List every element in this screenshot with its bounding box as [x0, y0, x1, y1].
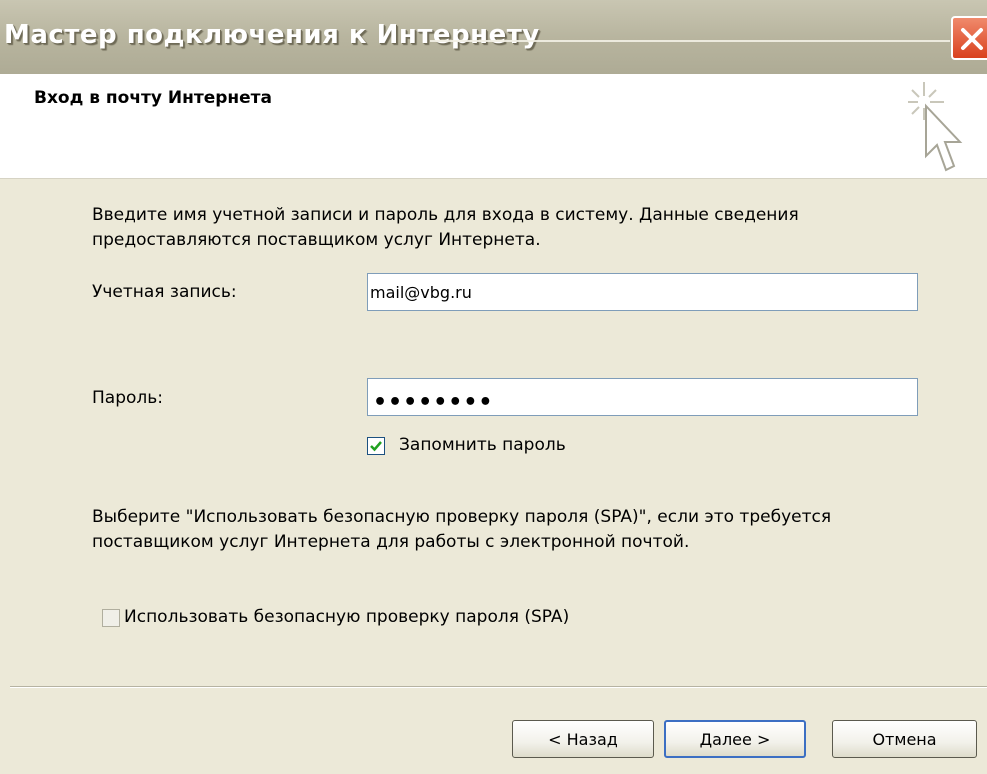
spa-label[interactable]: Использовать безопасную проверку пароля … [124, 607, 569, 627]
spa-checkbox[interactable] [102, 609, 120, 627]
window-title: Мастер подключения к Интернету [4, 20, 540, 50]
account-label: Учетная запись: [92, 282, 237, 302]
close-icon [961, 28, 983, 50]
close-button[interactable] [951, 16, 987, 60]
remember-password-checkbox[interactable] [367, 437, 385, 455]
wizard-cursor-icon [908, 82, 963, 172]
title-bar[interactable]: Мастер подключения к Интернету [0, 0, 987, 74]
page-title: Вход в почту Интернета [34, 88, 272, 108]
spa-info-text: Выберите "Использовать безопасную провер… [92, 507, 832, 552]
back-button[interactable]: < Назад [512, 720, 654, 758]
checkmark-icon [370, 441, 382, 452]
footer-separator [10, 686, 987, 688]
cancel-button[interactable]: Отмена [832, 720, 977, 758]
password-label: Пароль: [92, 388, 164, 408]
password-mask: •••••••• [373, 390, 494, 415]
wizard-header: Вход в почту Интернета [0, 74, 987, 179]
next-button[interactable]: Далее > [664, 720, 806, 758]
intro-text: Введите имя учетной записи и пароль для … [92, 205, 799, 250]
account-input[interactable] [367, 273, 918, 311]
title-decor-line [430, 40, 950, 42]
remember-password-label[interactable]: Запомнить пароль [399, 435, 566, 455]
